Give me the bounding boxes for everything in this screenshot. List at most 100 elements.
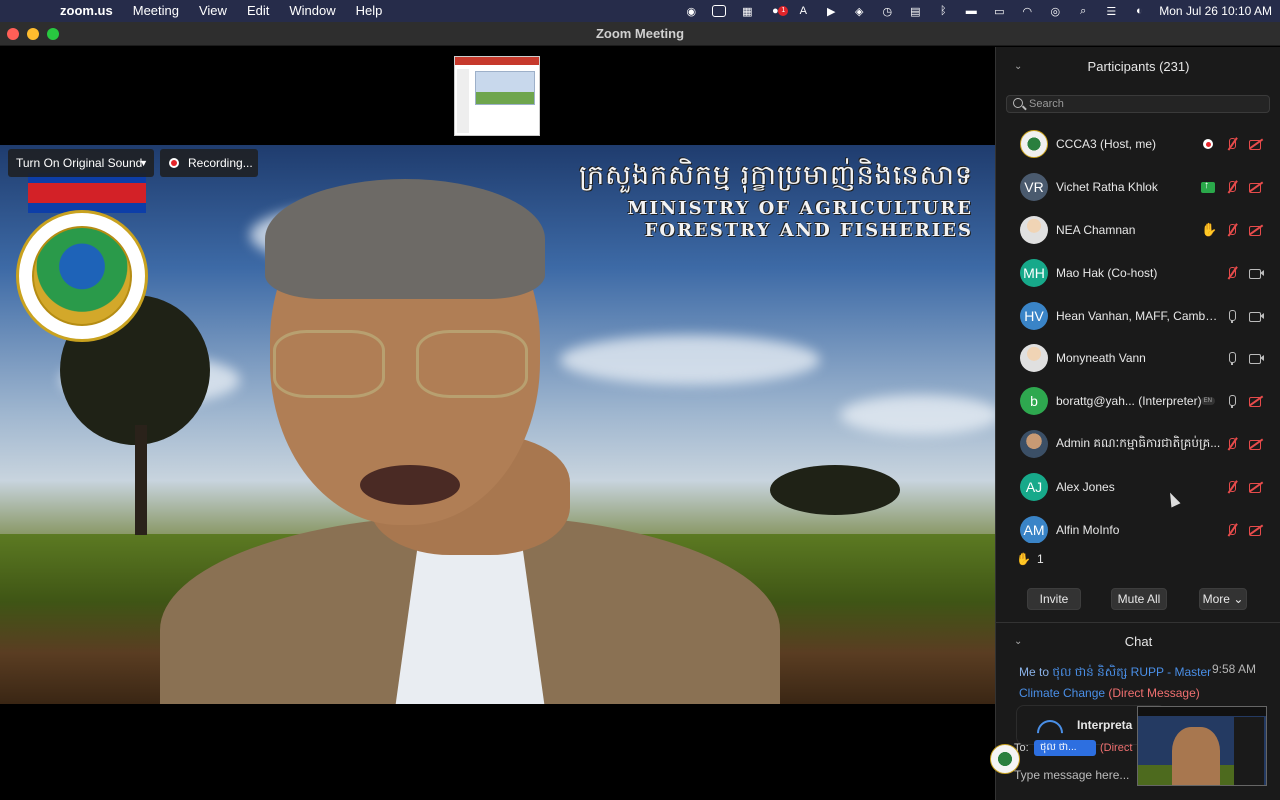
participant-row[interactable]: CCCA3 (Host, me) [996,123,1280,166]
participant-search-input[interactable] [1029,97,1265,111]
original-sound-button[interactable]: Turn On Original Sound ▼ [8,149,154,177]
vpn-icon[interactable]: ◈ [851,4,867,18]
menu-view[interactable]: View [189,0,237,22]
collapse-participants-chevron-icon[interactable]: ⌄ [1014,47,1022,87]
participant-row[interactable]: b borattg@yah... (Interpreter) EN [996,380,1280,423]
participants-header: ⌄ Participants (231) [996,47,1280,87]
play-icon[interactable]: ▶ [823,4,839,18]
video-off-icon[interactable] [1249,523,1263,537]
notification-icon[interactable]: ● [767,4,789,18]
time-machine-icon[interactable]: ◷ [879,4,895,18]
raised-hand-icon: ✋ [1016,552,1031,566]
avatar: HV [1020,301,1048,330]
speaker-figure [160,179,780,704]
chevron-down-icon[interactable]: ▼ [139,149,148,177]
avatar [1020,429,1048,458]
video-off-icon[interactable] [1249,180,1263,194]
menu-help[interactable]: Help [346,0,393,22]
mic-icon[interactable] [1225,309,1239,323]
participants-list[interactable]: CCCA3 (Host, me) VR Vichet Ratha Khlok NEA … [996,123,1280,543]
participant-status-icons [1225,351,1264,366]
participant-row[interactable]: MH Mao Hak (Co-host) [996,251,1280,294]
chat-header: ⌄ Chat [996,622,1280,662]
mute-all-button[interactable]: Mute All [1111,588,1167,610]
participant-row[interactable]: Admin គណៈកម្មាធិការជាតិគ្រប់គ្រ... [996,423,1280,466]
side-panel: ⌄ Participants (231) CCCA3 (Host, me)VRV… [995,47,1280,800]
participant-row[interactable]: VR Vichet Ratha Khlok [996,166,1280,209]
more-button[interactable]: More ⌄ [1199,588,1247,610]
chat-recipient-dropdown[interactable]: ថុល ថា... [1034,740,1096,756]
direct-message-tag: (Direct Message) [1108,686,1200,700]
collapse-chat-chevron-icon[interactable]: ⌄ [1014,622,1022,662]
muted-mic-icon[interactable] [1225,266,1239,280]
video-off-icon[interactable] [1249,437,1263,451]
video-off-icon[interactable] [1249,223,1263,237]
video-icon[interactable] [1249,351,1264,365]
participant-status-icons [1225,437,1263,451]
cambodia-flag [28,173,146,213]
raised-hands-count: ✋ 1 [1016,552,1044,566]
recording-indicator[interactable]: Recording... [160,149,258,177]
bluetooth-icon[interactable]: ᛒ [935,4,951,18]
raised-hand-icon: ✋ [1201,221,1218,237]
search-icon [1013,98,1023,108]
invite-button[interactable]: Invite [1027,588,1081,610]
battery-icon[interactable]: ▭ [991,4,1007,18]
avatar: AM [1020,515,1048,543]
participant-row[interactable]: NEA Chamnan ✋ [996,209,1280,252]
menu-window[interactable]: Window [279,0,345,22]
shared-screen-thumbnail[interactable] [454,56,540,136]
zoom-status-icon[interactable] [711,4,727,18]
menu-bar-status-area: ◉ ▦ ● A ▶ ◈ ◷ ▤ ᛒ ▬ ▭ ◠ ◎ ⌕ ☰ ◐ Mon Jul … [683,0,1272,22]
chat-message[interactable]: Me to ថុល ថាន់ និសិត្ស RUPP - Master Cli… [1019,662,1214,704]
self-view-toolbar [1138,707,1266,716]
avatar [1020,344,1048,373]
wifi-icon[interactable]: ◠ [1019,4,1035,18]
video-off-icon[interactable] [1249,137,1263,151]
muted-mic-icon[interactable] [1225,137,1239,151]
participant-row[interactable]: Monyneath Vann [996,337,1280,380]
sky-cloud [840,395,995,435]
menu-meeting[interactable]: Meeting [123,0,189,22]
menu-app-zoom[interactable]: zoom.us [50,0,123,22]
participant-row[interactable]: AM Alfin MoInfo [996,508,1280,543]
muted-mic-icon[interactable] [1225,437,1239,451]
host-avatar-logo [990,744,1020,774]
menu-edit[interactable]: Edit [237,0,279,22]
avatar [1020,215,1048,244]
video-icon[interactable] [1249,309,1264,323]
mic-icon[interactable] [1225,394,1239,409]
participant-search[interactable] [1006,95,1270,113]
participant-status-icons [1225,266,1264,280]
participant-row[interactable]: AJ Alex Jones [996,465,1280,508]
spotlight-search-icon[interactable]: ⌕ [1075,4,1091,18]
video-off-icon[interactable] [1249,394,1263,408]
participant-name: Mao Hak (Co-host) [1056,265,1158,280]
video-icon[interactable] [1249,266,1264,280]
avatar: MH [1020,258,1048,287]
self-view-thumbnail[interactable] [1137,706,1267,786]
flag-us-icon[interactable]: ▬ [963,4,979,18]
participant-status-icons: ✋ [1201,221,1263,237]
video-off-icon[interactable] [1249,480,1263,494]
menu-bar-clock[interactable]: Mon Jul 26 10:10 AM [1159,4,1272,18]
participant-status-icons [1225,309,1264,323]
self-view-speaker [1172,727,1220,785]
chat-message-prefix: Me to [1019,665,1053,679]
participant-row[interactable]: HV Hean Vanhan, MAFF, Cambo... [996,294,1280,337]
control-center-icon[interactable]: ☰ [1103,4,1119,18]
muted-mic-icon[interactable] [1225,480,1239,494]
slide-preview [475,71,535,105]
user-icon[interactable]: ◎ [1047,4,1063,18]
text-tool-icon[interactable]: A [795,4,811,18]
participant-name: Monyneath Vann [1056,351,1146,366]
calendar-icon[interactable]: ▦ [739,4,755,18]
memory-icon[interactable]: ▤ [907,4,923,18]
siri-icon[interactable]: ◐ [1131,4,1147,18]
muted-mic-icon[interactable] [1225,223,1239,237]
active-speaker-video[interactable]: ក្រសួងកសិកម្ម រុក្ខាប្រមាញ់និងនេសាទ MINI… [0,145,995,704]
muted-mic-icon[interactable] [1225,523,1239,537]
mic-icon[interactable] [1225,351,1239,366]
creative-cloud-icon[interactable]: ◉ [683,4,699,18]
muted-mic-icon[interactable] [1225,180,1239,194]
